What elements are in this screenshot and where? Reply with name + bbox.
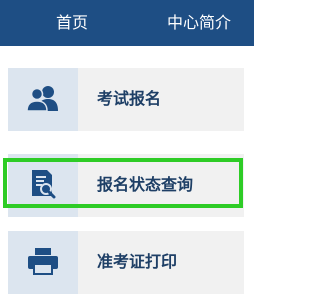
menu-item-icon-box: [8, 231, 78, 294]
selection-highlight-box: [3, 158, 243, 208]
menu-item-label: 准考证打印: [97, 252, 178, 271]
menu-item-exam-registration[interactable]: 考试报名: [8, 68, 244, 131]
nav-center-intro-link[interactable]: 中心简介: [167, 13, 231, 33]
printer-icon: [26, 247, 60, 279]
menu-item-label: 考试报名: [97, 89, 162, 108]
menu-item-admission-ticket-print[interactable]: 准考证打印: [8, 231, 244, 294]
menu-item-icon-box: [8, 68, 78, 131]
top-nav-bar: 首页 中心简介: [0, 0, 254, 46]
nav-home-link[interactable]: 首页: [56, 13, 88, 33]
users-icon: [26, 85, 60, 115]
